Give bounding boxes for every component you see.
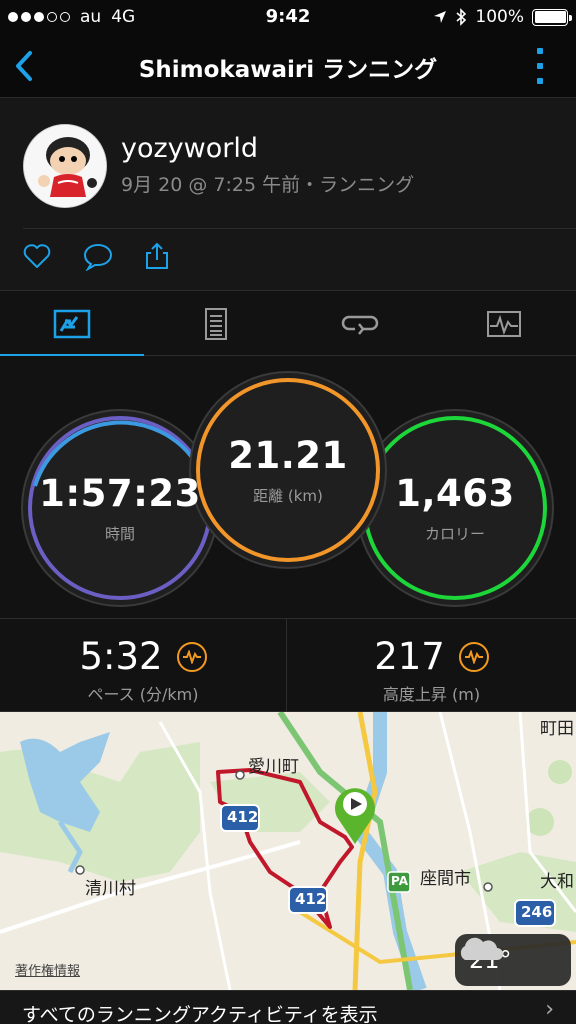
parking-area-icon: PA bbox=[391, 874, 408, 888]
more-dot-icon bbox=[537, 78, 543, 84]
elevation-value-row: 217 bbox=[288, 635, 575, 678]
secondary-stats: 5:32 ペース (分/km) 217 高度上昇 (m) bbox=[0, 618, 576, 713]
map-label-aikawa: 愛川町 bbox=[248, 757, 299, 777]
calories-stat: 1,463 カロリー bbox=[365, 418, 545, 598]
tab-charts[interactable] bbox=[432, 291, 576, 357]
more-dot-icon bbox=[537, 63, 543, 69]
route-shield-412: 412 bbox=[227, 808, 259, 826]
avatar[interactable] bbox=[23, 124, 107, 208]
view-all-activities-link: すべてのランニングアクティビティを表示 bbox=[22, 1004, 378, 1024]
page-title: Shimokawairi ランニング bbox=[138, 57, 438, 83]
battery-icon bbox=[532, 8, 572, 26]
pace-chart-icon[interactable] bbox=[176, 641, 207, 672]
elevation-label: 高度上昇 (m) bbox=[382, 685, 481, 704]
social-actions bbox=[22, 241, 172, 272]
route-shield-246: 246 bbox=[521, 903, 553, 921]
details-icon bbox=[205, 308, 227, 340]
time-value: 1:57:23 bbox=[39, 472, 201, 515]
more-options-button[interactable] bbox=[534, 48, 546, 84]
pace-value-row: 5:32 bbox=[0, 635, 286, 678]
pace-label: ペース (分/km) bbox=[87, 685, 199, 704]
navigation-bar: Shimokawairi ランニング bbox=[0, 34, 576, 98]
time-stat: 1:57:23 時間 bbox=[30, 418, 210, 598]
pace-stat: 5:32 ペース (分/km) bbox=[0, 619, 287, 713]
location-arrow-icon bbox=[434, 11, 447, 23]
time-label: 時間 bbox=[104, 525, 135, 543]
activity-header: yozyworld 9月 20 @ 7:25 午前・ランニング bbox=[0, 98, 576, 290]
chevron-right-icon: › bbox=[545, 997, 554, 1022]
map-label-machida: 町田 bbox=[540, 719, 574, 739]
chart-icon bbox=[487, 311, 521, 337]
stats-panel: 1:57:23 時間 1,463 カロリー 21.21 距離 (km) bbox=[0, 356, 576, 618]
laps-icon bbox=[341, 315, 379, 335]
map-label-kiyokawa: 清川村 bbox=[85, 879, 136, 899]
tab-details[interactable] bbox=[144, 291, 288, 357]
elevation-chart-icon[interactable] bbox=[458, 641, 489, 672]
battery-percentage: 100% bbox=[475, 7, 524, 27]
tab-summary[interactable] bbox=[0, 291, 144, 358]
username[interactable]: yozyworld bbox=[121, 133, 258, 164]
summary-icon bbox=[53, 309, 91, 339]
distance-stat: 21.21 距離 (km) bbox=[198, 380, 378, 560]
distance-label: 距離 (km) bbox=[253, 487, 323, 505]
map-credit-link[interactable]: 著作権情報 bbox=[15, 960, 80, 979]
route-shield-412-south: 412 bbox=[295, 890, 327, 908]
comment-icon bbox=[83, 243, 113, 272]
elevation-value: 217 bbox=[374, 635, 445, 678]
heart-icon bbox=[23, 244, 51, 268]
avatar-image bbox=[24, 125, 106, 207]
status-bar: au 4G 9:42 100% bbox=[0, 0, 576, 34]
calories-value: 1,463 bbox=[395, 472, 515, 515]
share-button[interactable] bbox=[142, 241, 172, 271]
route-map[interactable]: 愛川町 清川村 座間市 大和 町田 412 412 246 PA 著作権情報 2… bbox=[0, 712, 576, 990]
map-label-yamato: 大和 bbox=[540, 872, 574, 892]
view-all-activities-row[interactable]: すべてのランニングアクティビティを表示 › bbox=[0, 990, 576, 1024]
more-dot-icon bbox=[537, 48, 543, 54]
divider bbox=[23, 228, 576, 229]
map-label-zama: 座間市 bbox=[420, 869, 471, 889]
distance-value: 21.21 bbox=[228, 434, 348, 477]
share-icon bbox=[146, 242, 168, 269]
activity-tabs bbox=[0, 290, 576, 358]
cloud-icon bbox=[460, 937, 503, 960]
bluetooth-icon bbox=[456, 8, 467, 26]
activity-meta: 9月 20 @ 7:25 午前・ランニング bbox=[121, 174, 415, 196]
elevation-stat: 217 高度上昇 (m) bbox=[288, 619, 575, 713]
tab-laps[interactable] bbox=[288, 291, 432, 357]
status-right: 100% bbox=[433, 7, 572, 27]
calories-label: カロリー bbox=[424, 525, 485, 543]
weather-widget[interactable]: 21° bbox=[455, 934, 571, 986]
comment-button[interactable] bbox=[82, 241, 113, 272]
pace-value: 5:32 bbox=[79, 635, 163, 678]
like-button[interactable] bbox=[22, 241, 52, 271]
